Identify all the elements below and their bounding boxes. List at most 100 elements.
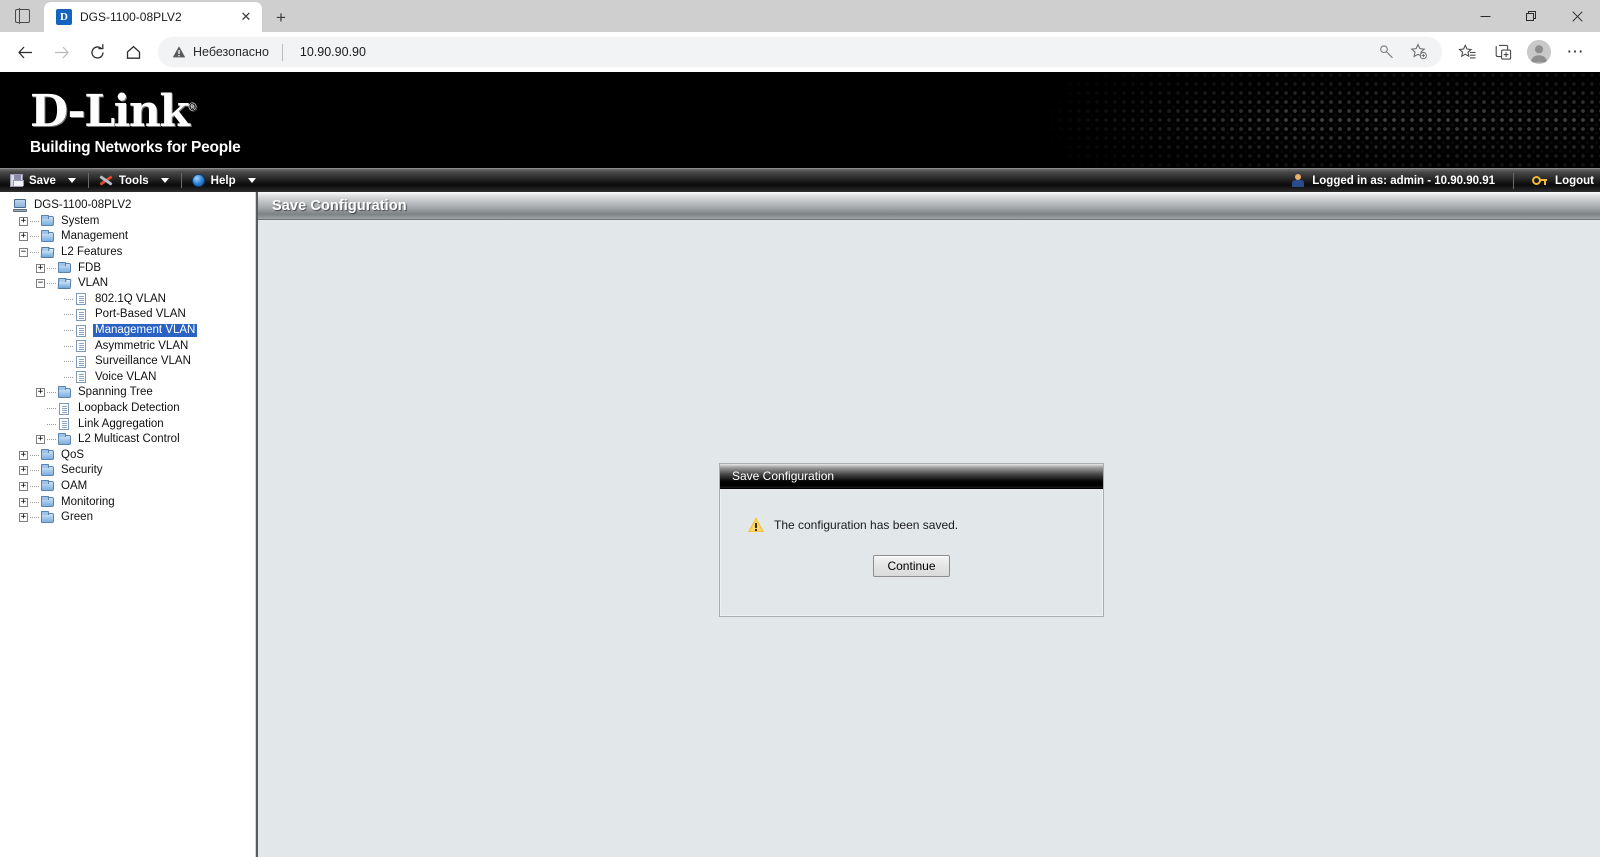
tree-item-management[interactable]: +Management	[0, 229, 255, 245]
folder-icon	[40, 511, 55, 524]
tree-item-voice-vlan[interactable]: Voice VLAN	[0, 370, 255, 386]
tree-item-loopback-detection[interactable]: Loopback Detection	[0, 401, 255, 417]
tree-node-stub	[51, 371, 64, 384]
logout-button[interactable]: Logout	[1555, 175, 1594, 187]
tree-connector	[30, 236, 39, 237]
tree-connector	[64, 377, 73, 378]
page-header-bar: Save Configuration	[258, 192, 1600, 220]
menu-help-label: Help	[211, 175, 236, 187]
collections-icon[interactable]	[1486, 37, 1520, 67]
doc-icon	[74, 324, 89, 337]
tree-item-oam[interactable]: + OAM	[0, 479, 255, 495]
chevron-down-icon	[161, 178, 169, 183]
close-tab-icon[interactable]: ✕	[236, 7, 256, 27]
collapse-icon[interactable]: −	[34, 277, 47, 290]
tree-connector	[47, 268, 56, 269]
chevron-down-icon	[68, 178, 76, 183]
tree-item-system[interactable]: +System	[0, 214, 255, 230]
expand-icon[interactable]: +	[17, 496, 30, 509]
expand-icon[interactable]: +	[34, 386, 47, 399]
logo-wordmark: D-Link®	[30, 90, 241, 134]
expand-icon[interactable]: +	[17, 511, 30, 524]
folder-icon	[57, 386, 72, 399]
folder-icon	[40, 496, 55, 509]
tree-item-asymmetric-vlan[interactable]: Asymmetric VLAN	[0, 338, 255, 354]
home-icon[interactable]	[116, 37, 150, 67]
tree-node-stub	[51, 293, 64, 306]
tree-item-qos[interactable]: + QoS	[0, 448, 255, 464]
tree-item-security[interactable]: +Security	[0, 463, 255, 479]
tree-connector	[30, 470, 39, 471]
minimize-window-icon[interactable]	[1462, 0, 1508, 32]
expand-icon[interactable]: +	[17, 215, 30, 228]
expand-icon[interactable]: +	[34, 433, 47, 446]
tree-item-management-vlan[interactable]: Management VLAN	[0, 323, 255, 339]
forward-icon[interactable]	[44, 37, 78, 67]
back-icon[interactable]	[8, 37, 42, 67]
tree-item-l2-multicast-control[interactable]: + L2 Multicast Control	[0, 432, 255, 448]
reload-icon[interactable]	[80, 37, 114, 67]
site-security-indicator[interactable]: Небезопасно	[172, 45, 269, 59]
tree-connector	[64, 299, 73, 300]
add-favorite-icon[interactable]	[1404, 39, 1434, 65]
menu-save-label: Save	[29, 175, 56, 187]
tree-item-fdb[interactable]: +FDB	[0, 260, 255, 276]
tree-item-link-aggregation[interactable]: Link Aggregation	[0, 416, 255, 432]
expand-icon[interactable]: +	[17, 480, 30, 493]
tree-item-spanning-tree[interactable]: +Spanning Tree	[0, 385, 255, 401]
key-icon[interactable]	[1372, 39, 1402, 65]
tree-item-surveillance-vlan[interactable]: Surveillance VLAN	[0, 354, 255, 370]
continue-button[interactable]: Continue	[873, 555, 949, 577]
restore-window-icon[interactable]	[1508, 0, 1554, 32]
registered-mark: ®	[188, 101, 196, 113]
menu-tools[interactable]: Tools	[89, 169, 181, 192]
tree-item-label: QoS	[59, 449, 86, 462]
favorites-icon[interactable]	[1450, 37, 1484, 67]
dialog-message: The configuration has been saved.	[774, 518, 958, 532]
tree-item-monitoring[interactable]: +Monitoring	[0, 494, 255, 510]
folder-icon	[40, 480, 55, 493]
browser-window: D DGS-1100-08PLV2 ✕ +	[0, 0, 1600, 857]
tree-item-port-based-vlan[interactable]: Port-Based VLAN	[0, 307, 255, 323]
dlink-banner: D-Link® Building Networks for People	[0, 72, 1600, 168]
new-tab-button[interactable]: +	[265, 4, 297, 32]
folder-open-icon	[40, 246, 55, 259]
tree-node-stub	[51, 308, 64, 321]
doc-icon	[74, 340, 89, 353]
doc-icon	[74, 355, 89, 368]
address-bar[interactable]: Небезопасно 10.90.90.90	[158, 37, 1442, 67]
settings-more-icon[interactable]: ⋯	[1558, 37, 1592, 67]
navigation-tree: DGS-1100-08PLV2+System+Management−L2 Fea…	[0, 198, 255, 525]
expand-icon[interactable]: +	[17, 449, 30, 462]
expand-icon[interactable]: +	[17, 230, 30, 243]
tree-item-vlan[interactable]: −VLAN	[0, 276, 255, 292]
close-window-icon[interactable]	[1554, 0, 1600, 32]
tree-item-green[interactable]: + Green	[0, 510, 255, 526]
tree-item-label: L2 Multicast Control	[76, 433, 182, 446]
expand-icon[interactable]: +	[34, 262, 47, 275]
browser-tab[interactable]: D DGS-1100-08PLV2 ✕	[44, 2, 262, 32]
tree-connector	[30, 502, 39, 503]
tree-item-label: Asymmetric VLAN	[93, 340, 190, 353]
collapse-icon[interactable]: −	[17, 246, 30, 259]
tree-connector	[64, 346, 73, 347]
tree-item-l2-features[interactable]: −L2 Features	[0, 245, 255, 261]
menu-save[interactable]: Save	[0, 169, 88, 192]
doc-icon	[74, 293, 89, 306]
expand-icon[interactable]: +	[17, 464, 30, 477]
chevron-down-icon	[248, 178, 256, 183]
tree-item-label: 802.1Q VLAN	[93, 293, 168, 306]
tab-actions-icon[interactable]	[0, 0, 44, 32]
tree-item-802-1q-vlan[interactable]: 802.1Q VLAN	[0, 292, 255, 308]
banner-dot-texture	[1040, 72, 1600, 168]
menu-help[interactable]: Help	[182, 169, 268, 192]
tree-item-label: OAM	[59, 480, 89, 493]
profile-avatar[interactable]	[1522, 37, 1556, 67]
folder-icon	[40, 215, 55, 228]
tree-item-dgs-1100-08plv2[interactable]: DGS-1100-08PLV2	[0, 198, 255, 214]
tree-connector	[64, 361, 73, 362]
user-icon	[1292, 174, 1304, 187]
not-secure-warning-icon	[172, 45, 186, 59]
dialog-body: The configuration has been saved. Contin…	[720, 489, 1103, 616]
tree-item-label: Green	[59, 511, 95, 524]
